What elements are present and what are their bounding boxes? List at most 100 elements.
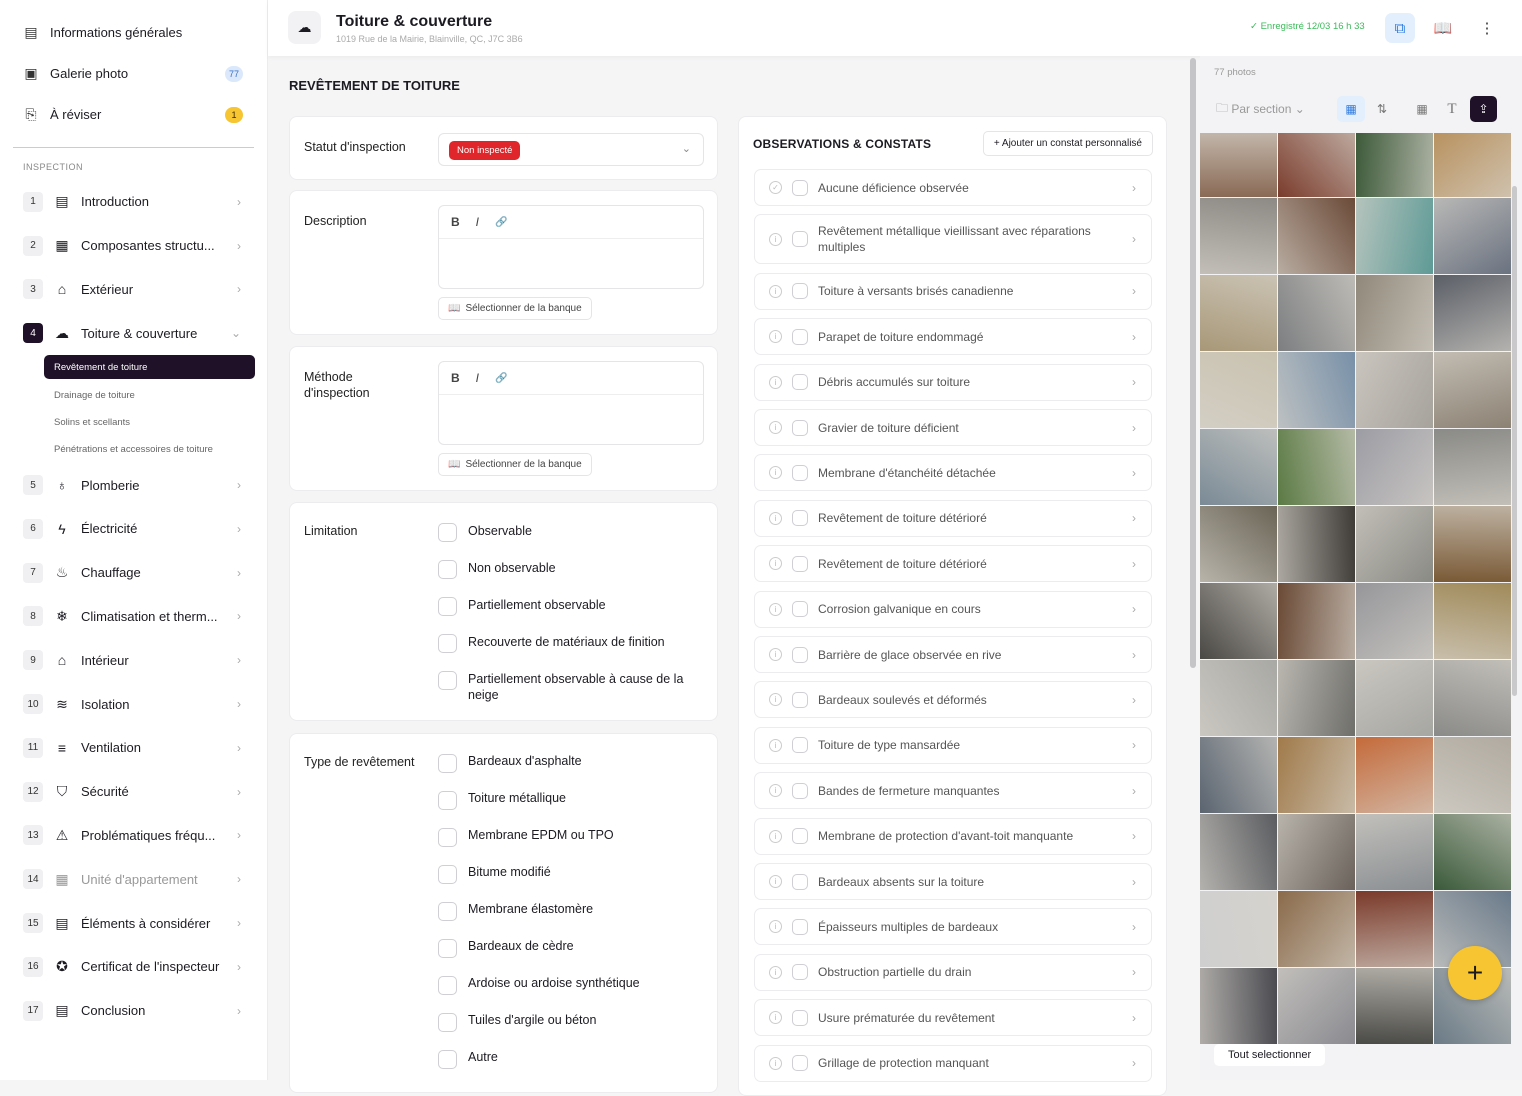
- info-icon[interactable]: i: [769, 557, 782, 571]
- checkbox[interactable]: [792, 1055, 808, 1072]
- info-icon[interactable]: i: [769, 232, 782, 246]
- roof-type-option[interactable]: Bardeaux d'asphalte: [438, 754, 698, 773]
- observation-item[interactable]: i Toiture à versants brisés canadienne ›: [754, 272, 1152, 310]
- observation-item[interactable]: i Revêtement métallique vieillissant avec…: [754, 214, 1152, 265]
- checkbox[interactable]: [438, 939, 457, 958]
- observation-item[interactable]: i Parapet de toiture endommagé ›: [754, 318, 1152, 356]
- italic-icon[interactable]: I: [476, 215, 479, 229]
- checkbox[interactable]: [792, 179, 808, 196]
- checkbox[interactable]: [438, 828, 457, 847]
- roof-type-option[interactable]: Ardoise ou ardoise synthétique: [438, 976, 698, 995]
- checkbox[interactable]: [438, 671, 457, 690]
- observation-item[interactable]: i Bardeaux soulevés et déformés ›: [754, 681, 1152, 719]
- photo-thumbnail[interactable]: [1434, 352, 1511, 428]
- book-icon[interactable]: 📖: [1428, 13, 1458, 43]
- photo-thumbnail[interactable]: [1200, 583, 1277, 659]
- checkbox[interactable]: [792, 510, 808, 527]
- sidebar-subitem[interactable]: Solins et scellants: [44, 409, 255, 436]
- observation-item[interactable]: i Bandes de fermeture manquantes ›: [754, 772, 1152, 810]
- observation-item[interactable]: i Revêtement de toiture détérioré ›: [754, 545, 1152, 583]
- observation-item[interactable]: i Gravier de toiture déficient ›: [754, 409, 1152, 446]
- checkbox[interactable]: [438, 1050, 457, 1069]
- bold-icon[interactable]: B: [451, 371, 460, 385]
- photo-thumbnail[interactable]: [1200, 275, 1277, 351]
- sidebar-subitem[interactable]: Drainage de toiture: [44, 382, 255, 409]
- sort-az-icon[interactable]: ⇅: [1370, 96, 1394, 122]
- sidebar-subitem[interactable]: Pénétrations et accessoires de toiture: [44, 436, 255, 463]
- observation-item[interactable]: i Bardeaux absents sur la toiture ›: [754, 863, 1152, 900]
- photo-thumbnail[interactable]: [1200, 737, 1277, 813]
- photo-thumbnail[interactable]: [1278, 891, 1355, 967]
- photo-thumbnail[interactable]: [1200, 133, 1277, 197]
- link-icon[interactable]: 🔗: [495, 373, 507, 384]
- link-icon[interactable]: 🔗: [495, 217, 507, 228]
- info-icon[interactable]: i: [769, 466, 782, 480]
- sidebar-item[interactable]: 5 ♁ Plomberie ›: [0, 463, 267, 507]
- photo-thumbnail[interactable]: [1356, 737, 1433, 813]
- photo-thumbnail[interactable]: [1278, 968, 1355, 1044]
- photo-thumbnail[interactable]: [1200, 429, 1277, 505]
- photo-thumbnail[interactable]: [1434, 660, 1511, 736]
- info-icon[interactable]: i: [769, 784, 782, 798]
- photo-thumbnail[interactable]: [1356, 891, 1433, 967]
- sidebar-top-item[interactable]: ▣ Galerie photo 77: [0, 53, 267, 94]
- photo-thumbnail[interactable]: [1356, 429, 1433, 505]
- add-photo-button[interactable]: +: [1448, 946, 1502, 1000]
- checkbox[interactable]: [438, 560, 457, 579]
- sidebar-item[interactable]: 2 ▦ Composantes structu... ›: [0, 224, 267, 268]
- checkbox[interactable]: [792, 231, 808, 248]
- limitation-option[interactable]: Partiellement observable à cause de la n…: [438, 671, 698, 703]
- sidebar-top-item[interactable]: ⎘ À réviser 1: [0, 94, 267, 135]
- checkbox[interactable]: [792, 283, 808, 300]
- observation-item[interactable]: ✓ Aucune déficience observée ›: [754, 169, 1152, 206]
- photo-thumbnail[interactable]: [1278, 429, 1355, 505]
- gallery-toggle-button[interactable]: ⧉: [1385, 13, 1415, 43]
- select-from-bank-button[interactable]: 📖 Sélectionner de la banque: [438, 297, 592, 320]
- photo-thumbnail[interactable]: [1278, 660, 1355, 736]
- info-icon[interactable]: i: [769, 330, 782, 344]
- checkbox[interactable]: [792, 873, 808, 890]
- roof-type-option[interactable]: Autre: [438, 1050, 698, 1069]
- checkbox[interactable]: [792, 782, 808, 799]
- photo-thumbnail[interactable]: [1200, 660, 1277, 736]
- roof-type-option[interactable]: Tuiles d'argile ou béton: [438, 1013, 698, 1032]
- checkbox[interactable]: [438, 791, 457, 810]
- observation-item[interactable]: i Membrane d'étanchéité détachée ›: [754, 454, 1152, 492]
- observation-item[interactable]: i Corrosion galvanique en cours ›: [754, 590, 1152, 628]
- checkbox[interactable]: [792, 737, 808, 754]
- sidebar-item[interactable]: 12 ⛉ Sécurité ›: [0, 770, 267, 814]
- photo-thumbnail[interactable]: [1434, 429, 1511, 505]
- photo-thumbnail[interactable]: [1356, 352, 1433, 428]
- upload-icon[interactable]: ⇪: [1470, 96, 1497, 122]
- photo-thumbnail[interactable]: [1278, 814, 1355, 890]
- checkbox[interactable]: [792, 328, 808, 345]
- sidebar-item[interactable]: 4 ☁ Toiture & couverture ⌄: [0, 311, 267, 355]
- photo-thumbnail[interactable]: [1356, 133, 1433, 197]
- info-icon[interactable]: i: [769, 1011, 782, 1025]
- info-icon[interactable]: i: [769, 920, 782, 934]
- select-all-button[interactable]: Tout selectionner: [1214, 1044, 1326, 1066]
- photo-thumbnail[interactable]: [1434, 198, 1511, 274]
- photo-thumbnail[interactable]: [1200, 506, 1277, 582]
- sidebar-item[interactable]: 13 ⚠ Problématiques fréqu... ›: [0, 814, 267, 858]
- status-select[interactable]: Non inspecté ⌄: [438, 133, 704, 166]
- info-icon[interactable]: i: [769, 1056, 782, 1070]
- photo-thumbnail[interactable]: [1356, 583, 1433, 659]
- checkbox[interactable]: [438, 902, 457, 921]
- roof-type-option[interactable]: Membrane élastomère: [438, 902, 698, 921]
- observation-item[interactable]: i Barrière de glace observée en rive ›: [754, 636, 1152, 673]
- photo-thumbnail[interactable]: [1278, 275, 1355, 351]
- checkbox[interactable]: [792, 464, 808, 481]
- group-by-dropdown[interactable]: 🗀 Par section ⌄: [1216, 96, 1316, 122]
- checkbox[interactable]: [792, 918, 808, 935]
- sidebar-item[interactable]: 15 ▤ Éléments à considérer ›: [0, 901, 267, 945]
- checkbox[interactable]: [792, 555, 808, 572]
- limitation-option[interactable]: Observable: [438, 523, 698, 542]
- checkbox[interactable]: [792, 691, 808, 708]
- calendar-icon[interactable]: ▦: [1337, 96, 1365, 122]
- italic-icon[interactable]: I: [476, 371, 479, 385]
- info-icon[interactable]: i: [769, 648, 782, 661]
- observation-item[interactable]: i Revêtement de toiture détérioré ›: [754, 499, 1152, 537]
- info-icon[interactable]: i: [769, 284, 782, 298]
- photo-thumbnail[interactable]: [1356, 198, 1433, 274]
